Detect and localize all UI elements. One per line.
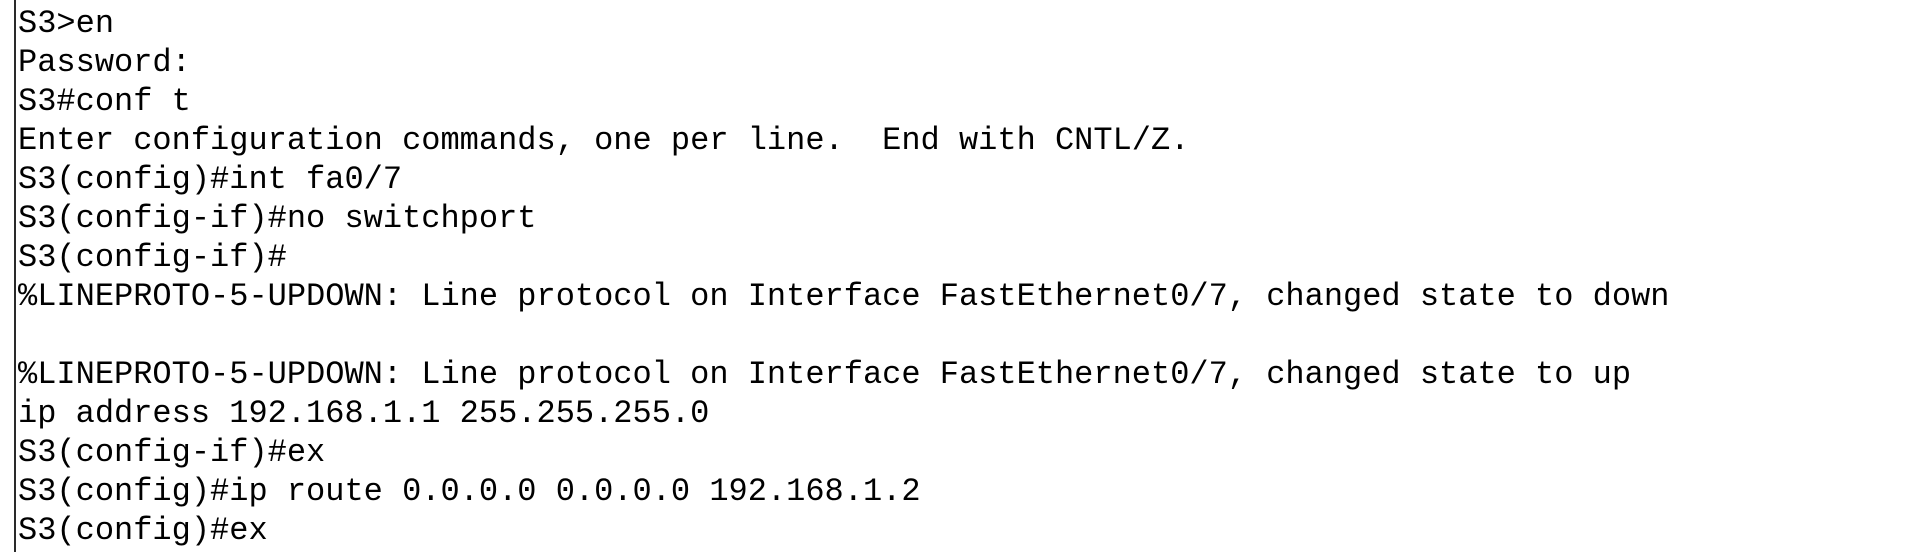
terminal-line: S3>en <box>18 5 115 42</box>
terminal-line: S3(config-if)#ex <box>18 434 326 471</box>
terminal-output: S3>en Password: S3#conf t Enter configur… <box>18 4 1669 550</box>
terminal-left-border <box>14 0 16 552</box>
terminal-line: S3(config-if)# <box>18 239 287 276</box>
terminal-prompt-line[interactable]: S3(config)#ex <box>18 511 1669 550</box>
terminal-line: %LINEPROTO-5-UPDOWN: Line protocol on In… <box>18 356 1632 393</box>
terminal-line: Password: <box>18 44 191 81</box>
terminal-line: S3(config-if)#no switchport <box>18 200 537 237</box>
terminal-line: ip address 192.168.1.1 255.255.255.0 <box>18 395 710 432</box>
terminal-line: S3#conf t <box>18 83 191 120</box>
terminal-window[interactable]: S3>en Password: S3#conf t Enter configur… <box>0 0 1926 552</box>
terminal-line: %LINEPROTO-5-UPDOWN: Line protocol on In… <box>18 278 1670 315</box>
terminal-line: S3(config)#ip route 0.0.0.0 0.0.0.0 192.… <box>18 473 921 510</box>
terminal-line: S3(config)#int fa0/7 <box>18 161 403 198</box>
terminal-line: Enter configuration commands, one per li… <box>18 122 1190 159</box>
